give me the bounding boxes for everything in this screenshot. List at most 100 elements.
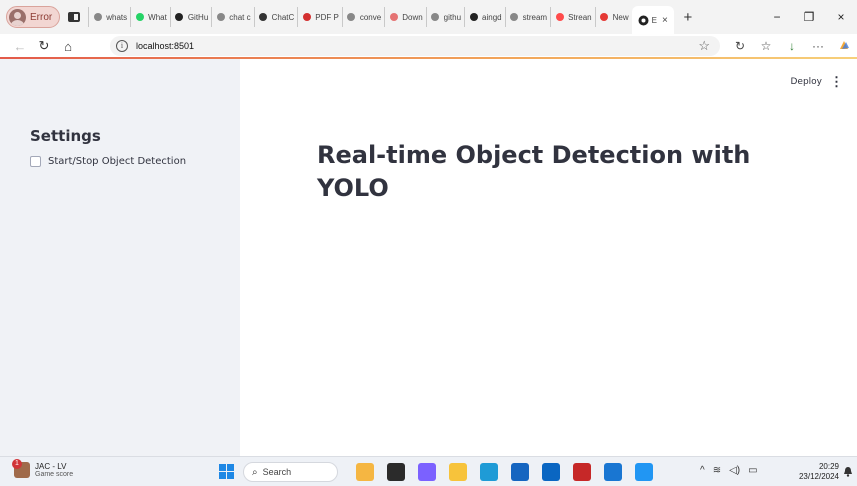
tab-11[interactable]: Strean (550, 7, 595, 27)
tab-label: PDF P (315, 12, 339, 22)
task-view-icon[interactable] (387, 463, 405, 481)
tab-label: githu (443, 12, 462, 22)
clock-date: 23/12/2024 (798, 472, 839, 481)
tray-overflow-icon[interactable]: ^ (700, 465, 705, 476)
site-info-icon[interactable]: i (116, 40, 128, 52)
address-url[interactable]: localhost:8501 (136, 41, 194, 51)
search-icon (509, 12, 520, 23)
browser-tab-strip: Error whats What GitHu chat c ChatC PDF P conv… (0, 0, 857, 34)
more-menu-icon[interactable]: ··· (805, 39, 831, 53)
notification-bell-icon[interactable] (843, 466, 853, 480)
tab-close-icon[interactable]: × (662, 15, 668, 26)
chrome-tab-icon (638, 15, 649, 26)
wifi-icon[interactable]: ≋ (713, 465, 721, 476)
new-tab-icon (599, 12, 610, 23)
deploy-button[interactable]: Deploy (790, 77, 822, 87)
file-explorer-icon[interactable] (449, 463, 467, 481)
settings-sidebar: Settings Start/Stop Object Detection (0, 59, 240, 456)
github-icon (174, 12, 185, 23)
checkbox-box[interactable] (30, 156, 41, 167)
toolbar-actions: ↻ ☆ ↓ ··· (727, 34, 857, 58)
tab-8[interactable]: githu (425, 7, 464, 27)
restore-button[interactable]: ❐ (793, 10, 825, 24)
search-icon (215, 12, 226, 23)
tab-list: whats What GitHu chat c ChatC PDF P conve Down g… (88, 0, 631, 34)
profile-status-label: Error (30, 11, 53, 23)
object-detection-toggle[interactable]: Start/Stop Object Detection (30, 156, 186, 167)
reload-button[interactable]: ↻ (32, 38, 56, 54)
tab-label: Strean (568, 12, 592, 22)
address-bar[interactable]: i localhost:8501 ☆ (110, 36, 720, 56)
window-controls: − ❐ × (761, 0, 857, 34)
edge-icon[interactable] (480, 463, 498, 481)
browser-toolbar: ← ↻ ⌂ i localhost:8501 ☆ ↻ ☆ ↓ ··· (0, 34, 857, 58)
downloads-icon[interactable]: ↓ (779, 39, 805, 53)
tab-1[interactable]: What (130, 7, 170, 27)
tab-active[interactable]: E × (631, 6, 674, 34)
home-button[interactable]: ⌂ (56, 39, 80, 54)
tab-label: Down (402, 12, 423, 22)
minimize-button[interactable]: − (761, 10, 793, 24)
streamlit-icon (554, 12, 565, 23)
outlook-icon[interactable] (604, 463, 622, 481)
tab-label: whats (106, 12, 128, 22)
profile-avatar-icon (9, 8, 26, 26)
extensions-refresh-icon[interactable]: ↻ (727, 39, 753, 53)
tab-6[interactable]: conve (341, 7, 384, 27)
tab-label: conve (359, 12, 382, 22)
windows-taskbar: JAC - LV Game score ⌕ Search ^ ≋ ◁) ▭ 20… (0, 456, 857, 486)
app-menu-icon[interactable]: ⋮ (830, 74, 843, 90)
back-button[interactable]: ← (8, 39, 32, 54)
tab-5[interactable]: PDF P (297, 7, 342, 27)
clock-time: 20:29 (818, 462, 839, 471)
start-button[interactable] (219, 464, 234, 479)
new-tab-button[interactable]: + (678, 9, 698, 26)
tab-label: New (612, 12, 629, 22)
sidebar-title: Settings (30, 127, 101, 145)
search-icon: ⌕ (252, 466, 258, 478)
copilot-icon[interactable] (418, 463, 436, 481)
profile-button[interactable]: Error (6, 6, 61, 28)
widget-title: JAC - LV (35, 462, 67, 471)
checkbox-label[interactable]: Start/Stop Object Detection (48, 156, 186, 167)
download-icon (388, 12, 399, 23)
mcafee-icon[interactable] (573, 463, 591, 481)
tab-label: chat c (229, 12, 251, 22)
tab-label: ChatC (271, 12, 295, 22)
tab-actions-icon[interactable] (68, 12, 81, 22)
people-app-icon[interactable] (356, 463, 374, 481)
tab-12[interactable]: New (594, 7, 632, 27)
linkedin-icon[interactable] (542, 463, 560, 481)
tab-0[interactable]: whats (88, 7, 130, 27)
close-window-button[interactable]: × (825, 10, 857, 24)
tab-4[interactable]: ChatC (253, 7, 298, 27)
vscode-icon[interactable] (635, 463, 653, 481)
tab-10[interactable]: stream (504, 7, 550, 27)
tab-7[interactable]: Down (384, 7, 425, 27)
main-content: Deploy ⋮ Real-time Object Detection with… (240, 59, 857, 456)
tab-label: GitHu (187, 12, 209, 22)
tab-9[interactable]: aingd (464, 7, 505, 27)
tab-2[interactable]: GitHu (169, 7, 211, 27)
battery-icon[interactable]: ▭ (748, 465, 757, 476)
volume-icon[interactable]: ◁) (729, 465, 740, 476)
system-tray: ^ ≋ ◁) ▭ (700, 465, 766, 476)
store-icon[interactable] (511, 463, 529, 481)
search-icon (430, 12, 441, 23)
search-label: Search (262, 467, 292, 477)
widget-subtitle: Game score (35, 471, 74, 478)
taskbar-search[interactable]: ⌕ Search (243, 462, 338, 482)
widgets-button[interactable]: JAC - LV Game score (12, 459, 74, 478)
favorites-icon[interactable]: ☆ (753, 39, 779, 53)
tab-label: stream (522, 12, 548, 22)
tab-label: What (148, 12, 167, 22)
github-icon (468, 12, 479, 23)
copilot-sidebar-icon[interactable] (831, 39, 857, 54)
tab-3[interactable]: chat c (211, 7, 253, 27)
chatgpt-icon (258, 12, 269, 23)
taskbar-clock[interactable]: 20:29 23/12/2024 (799, 462, 839, 482)
bookmark-star-icon[interactable]: ☆ (698, 38, 710, 54)
game-score-icon (12, 459, 30, 478)
tab-active-label: E (651, 15, 657, 25)
tab-label: aingd (482, 12, 502, 22)
